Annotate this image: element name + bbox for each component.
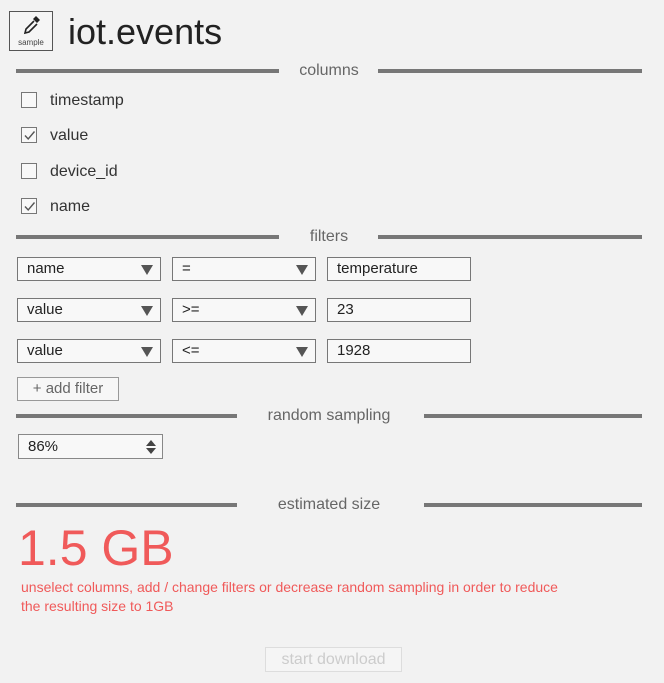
filter-value-input[interactable]: 23 [327,298,471,322]
column-label: name [50,198,91,215]
dropdown-arrow-icon [141,306,153,316]
filter-field-value: value [27,301,63,318]
page-title: iot.events [68,11,223,52]
increment-arrow-icon[interactable] [146,440,156,446]
dropdown-arrow-icon [296,306,308,316]
filters-heading: filters [309,228,349,245]
sampling-value: 86% [28,438,59,455]
columns-divider: columns [16,61,642,81]
filter-value-text: temperature [337,260,418,277]
filter-field-select[interactable]: value [17,339,161,363]
decrement-arrow-icon[interactable] [146,448,156,454]
eyedropper-icon [23,16,40,35]
checkbox[interactable] [21,92,37,108]
columns-heading: columns [299,62,359,79]
checkmark-icon [24,202,36,212]
sample-button[interactable]: sample [9,11,53,51]
filter-operator-select[interactable]: >= [172,298,316,322]
filter-operator-select[interactable]: <= [172,339,316,363]
dropdown-arrow-icon [141,265,153,275]
filter-value-input[interactable]: 1928 [327,339,471,363]
start-download-button[interactable]: start download [265,647,402,672]
filters-divider: filters [16,227,642,247]
add-filter-button[interactable]: + add filter [17,377,119,401]
sampling-heading: random sampling [267,407,391,424]
checkbox[interactable] [21,198,37,214]
column-label: value [50,127,89,144]
filter-value-input[interactable]: temperature [327,257,471,281]
checkbox[interactable] [21,163,37,179]
column-label: timestamp [50,92,124,109]
estimated-size-value: 1.5 GB [18,520,174,576]
size-heading: estimated size [277,496,381,513]
filter-field-value: value [27,342,63,359]
dropdown-arrow-icon [296,265,308,275]
dropdown-arrow-icon [296,347,308,357]
sampling-stepper[interactable]: 86% [18,434,163,459]
filter-field-select[interactable]: value [17,298,161,322]
filter-operator-select[interactable]: = [172,257,316,281]
filter-value-text: 1928 [337,342,371,359]
filter-field-select[interactable]: name [17,257,161,281]
sampling-divider: random sampling [16,406,642,426]
checkmark-icon [24,131,36,141]
column-label: device_id [50,163,118,180]
filter-value-text: 23 [337,301,354,318]
filter-operator-value: <= [182,342,200,359]
filter-field-value: name [27,260,65,277]
size-divider: estimated size [16,495,642,515]
size-warning-text: unselect columns, add / change filters o… [21,579,558,614]
checkbox[interactable] [21,127,37,143]
filter-operator-value: = [182,260,191,277]
filter-operator-value: >= [182,301,200,318]
dropdown-arrow-icon [141,347,153,357]
sample-label: sample [18,38,44,47]
